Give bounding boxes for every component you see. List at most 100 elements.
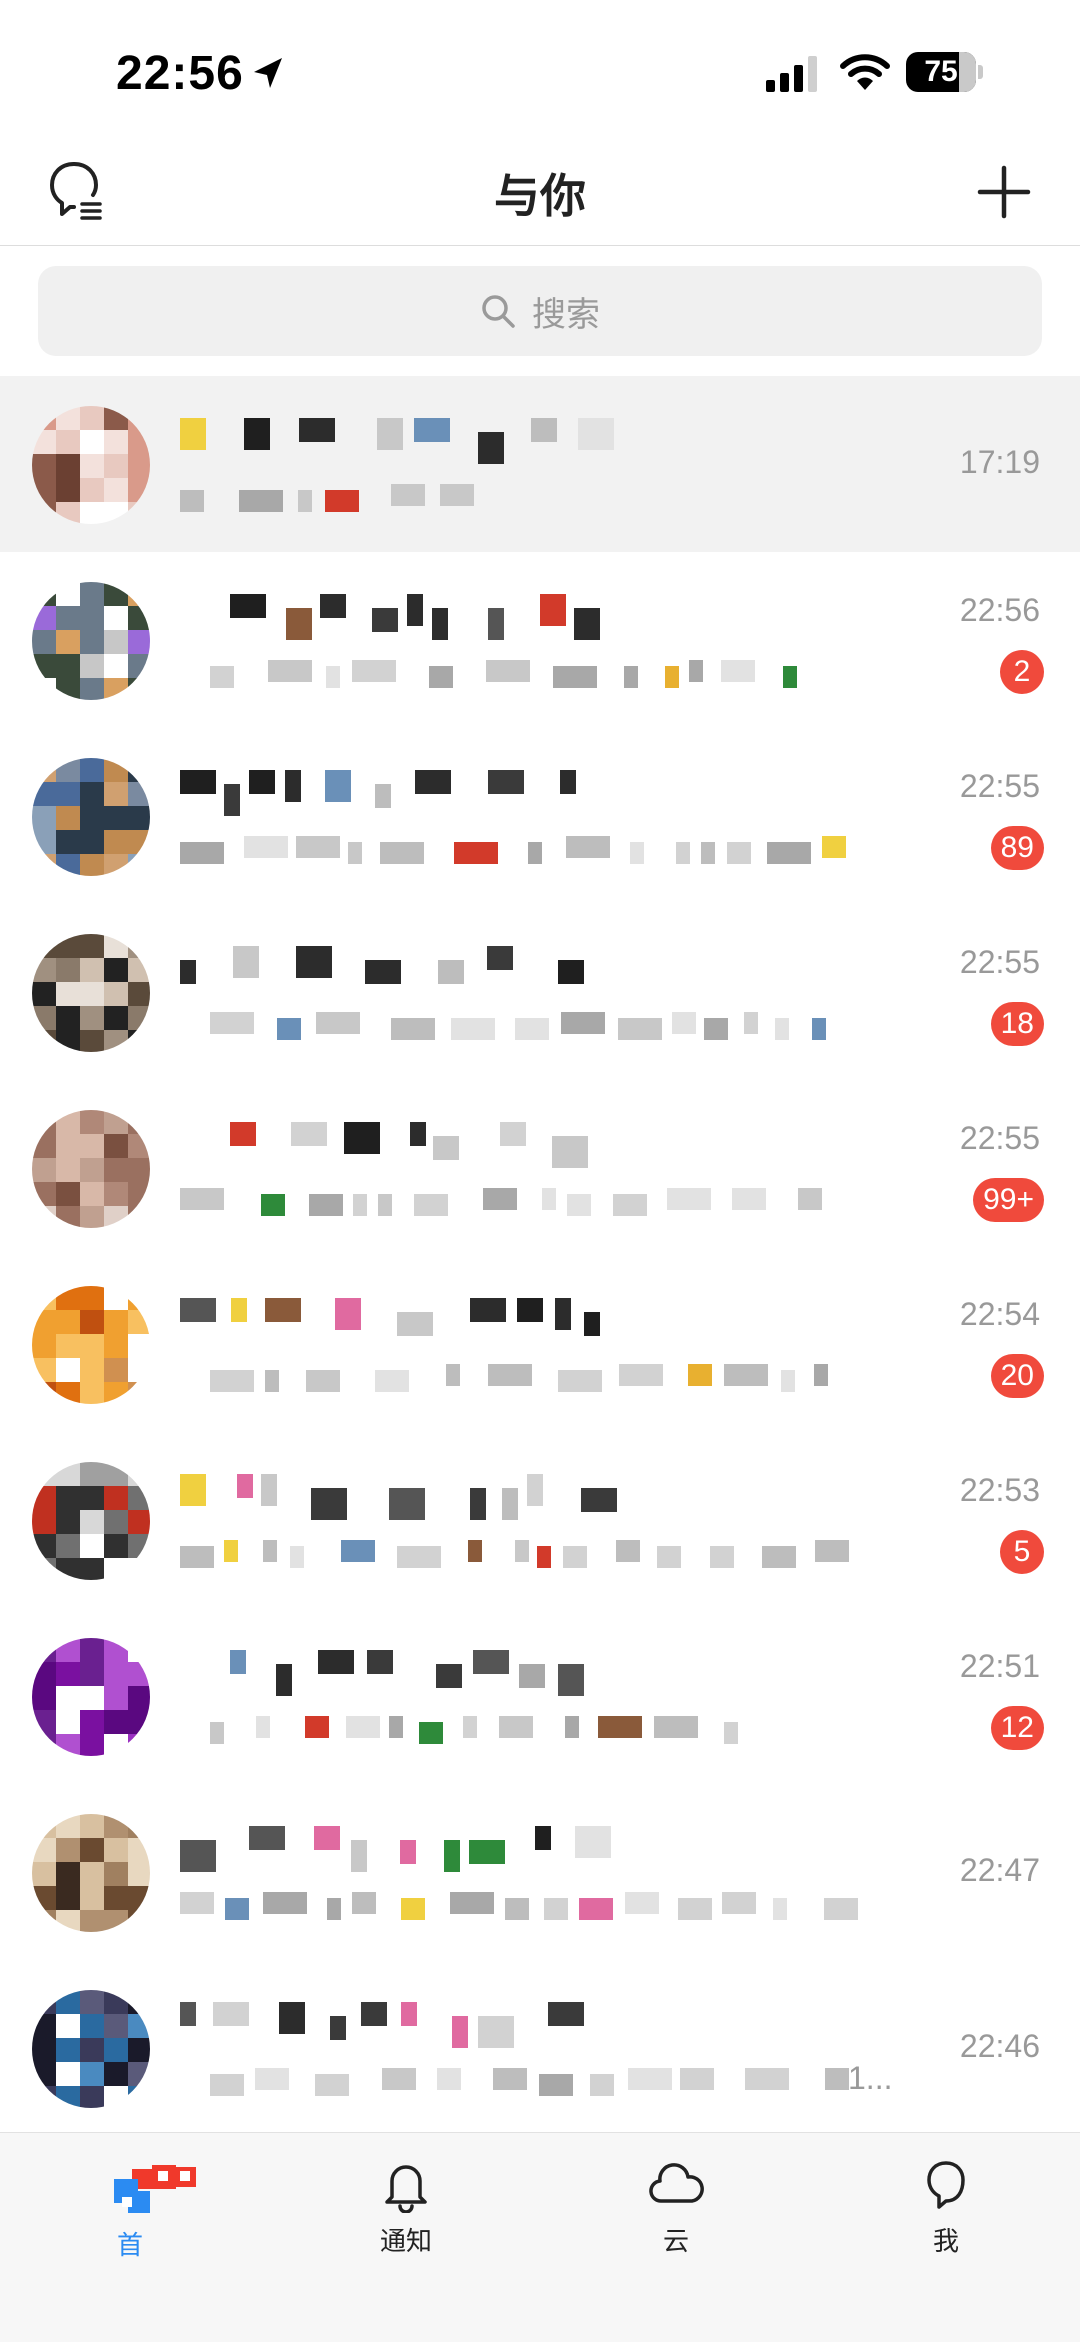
preview-mosaic-pixel bbox=[352, 1892, 376, 1914]
name-mosaic-pixel bbox=[291, 1122, 327, 1146]
preview-mosaic-pixel bbox=[261, 1194, 285, 1216]
unread-badge: 99+ bbox=[973, 1178, 1044, 1222]
name-mosaic-pixel bbox=[560, 770, 576, 794]
avatar-mosaic-tile bbox=[104, 854, 128, 876]
avatar-mosaic-tile bbox=[80, 782, 104, 806]
name-mosaic-pixel bbox=[335, 1298, 361, 1330]
tab-label: 通知 bbox=[379, 2226, 432, 2256]
avatar-mosaic-tile bbox=[80, 1334, 104, 1358]
avatar-mosaic-tile bbox=[56, 1558, 80, 1580]
preview-mosaic-pixel bbox=[657, 1546, 681, 1568]
avatar-mosaic-tile bbox=[80, 1558, 104, 1580]
chat-preview-pixelated bbox=[180, 1360, 880, 1396]
preview-mosaic-pixel bbox=[341, 1540, 375, 1562]
avatar-mosaic-tile bbox=[104, 2038, 128, 2062]
chat-row[interactable]: 22:54 20 bbox=[0, 1256, 1080, 1432]
chat-name-pixelated bbox=[180, 1650, 620, 1696]
avatar-mosaic-tile bbox=[128, 1382, 150, 1404]
tab-me[interactable]: 我 bbox=[876, 2157, 1016, 2267]
avatar[interactable] bbox=[32, 1462, 150, 1580]
avatar-mosaic-tile bbox=[104, 2014, 128, 2038]
avatar-mosaic-tile bbox=[56, 982, 80, 1006]
search-input[interactable]: 搜索 bbox=[38, 266, 1042, 356]
avatar-mosaic-tile bbox=[128, 654, 150, 678]
chat-row[interactable]: 22:53 5 bbox=[0, 1432, 1080, 1608]
name-mosaic-pixel bbox=[314, 1826, 340, 1850]
avatar-mosaic-tile bbox=[32, 678, 56, 700]
name-mosaic-pixel bbox=[432, 608, 448, 640]
avatar-mosaic-tile bbox=[80, 1638, 104, 1662]
avatar-mosaic-tile bbox=[128, 1110, 150, 1134]
preview-mosaic-pixel bbox=[180, 1546, 214, 1568]
avatar-mosaic-tile bbox=[32, 1310, 56, 1334]
nav-bar: 与你 bbox=[0, 140, 1080, 246]
avatar-mosaic-tile bbox=[128, 1558, 150, 1580]
chat-row[interactable]: 1... 22:46 bbox=[0, 1960, 1080, 2136]
chat-row[interactable]: 22:47 bbox=[0, 1784, 1080, 1960]
battery-indicator: 75 bbox=[906, 52, 984, 92]
avatar-mosaic-tile bbox=[56, 1638, 80, 1662]
preview-mosaic-pixel bbox=[210, 1370, 254, 1392]
avatar-mosaic-tile bbox=[80, 654, 104, 678]
preview-mosaic-pixel bbox=[326, 666, 340, 688]
avatar-mosaic-tile bbox=[56, 1310, 80, 1334]
name-mosaic-pixel bbox=[527, 1474, 543, 1506]
chat-row[interactable]: 22:56 2 bbox=[0, 552, 1080, 728]
avatar-mosaic-tile bbox=[128, 582, 150, 606]
avatar-mosaic-tile bbox=[32, 1710, 56, 1734]
avatar-mosaic-tile bbox=[32, 430, 56, 454]
avatar-mosaic-tile bbox=[56, 1534, 80, 1558]
tab-home[interactable]: 首 bbox=[60, 2157, 200, 2267]
avatar[interactable] bbox=[32, 406, 150, 524]
avatar-mosaic-tile bbox=[128, 1486, 150, 1510]
avatar-mosaic-tile bbox=[56, 1134, 80, 1158]
search-icon bbox=[482, 295, 515, 328]
avatar-mosaic-tile bbox=[80, 982, 104, 1006]
avatar[interactable] bbox=[32, 758, 150, 876]
avatar-mosaic-tile bbox=[32, 630, 56, 654]
avatar[interactable] bbox=[32, 1990, 150, 2108]
plus-icon[interactable] bbox=[976, 164, 1032, 220]
name-mosaic-pixel bbox=[558, 960, 584, 984]
avatar-mosaic-tile bbox=[128, 502, 150, 524]
chat-row[interactable]: 22:55 89 bbox=[0, 728, 1080, 904]
avatar-mosaic-tile bbox=[104, 1510, 128, 1534]
preview-mosaic-pixel bbox=[419, 1722, 443, 1744]
preview-mosaic-pixel bbox=[463, 1716, 477, 1738]
preview-mosaic-pixel bbox=[429, 666, 453, 688]
avatar-mosaic-tile bbox=[32, 1734, 56, 1756]
preview-mosaic-pixel bbox=[180, 1188, 224, 1210]
chat-row[interactable]: 22:55 18 bbox=[0, 904, 1080, 1080]
name-mosaic-pixel bbox=[249, 770, 275, 794]
chat-row[interactable]: 22:51 12 bbox=[0, 1608, 1080, 1784]
name-mosaic-pixel bbox=[397, 1312, 433, 1336]
preview-mosaic-pixel bbox=[277, 1018, 301, 1040]
preview-mosaic-pixel bbox=[822, 836, 846, 858]
avatar-mosaic-tile bbox=[104, 1990, 128, 2014]
avatar-mosaic-tile bbox=[104, 406, 128, 430]
avatar-mosaic-tile bbox=[80, 1710, 104, 1734]
search-placeholder: 搜索 bbox=[532, 295, 600, 334]
avatar[interactable] bbox=[32, 1286, 150, 1404]
chat-row[interactable]: 22:55 99+ bbox=[0, 1080, 1080, 1256]
chat-row[interactable]: 17:19 bbox=[0, 376, 1080, 552]
preview-mosaic-pixel bbox=[483, 1188, 517, 1210]
avatar-mosaic-tile bbox=[104, 782, 128, 806]
avatar[interactable] bbox=[32, 1638, 150, 1756]
name-mosaic-pixel bbox=[231, 1298, 247, 1322]
preview-mosaic-pixel bbox=[316, 1012, 360, 1034]
name-mosaic-pixel bbox=[552, 1136, 588, 1168]
preview-mosaic-pixel bbox=[544, 1898, 568, 1920]
avatar[interactable] bbox=[32, 934, 150, 1052]
avatar[interactable] bbox=[32, 1814, 150, 1932]
tab-notifications[interactable]: 通知 bbox=[336, 2157, 476, 2267]
status-time: 22:56 bbox=[116, 47, 244, 100]
name-mosaic-pixel bbox=[473, 1650, 509, 1674]
avatar[interactable] bbox=[32, 582, 150, 700]
tab-cloud[interactable]: 云 bbox=[606, 2157, 746, 2267]
avatar-mosaic-tile bbox=[56, 1814, 80, 1838]
name-mosaic-pixel bbox=[318, 1650, 354, 1674]
avatar[interactable] bbox=[32, 1110, 150, 1228]
avatar-mosaic-tile bbox=[128, 1158, 150, 1182]
chat-preview-pixelated: 1... bbox=[180, 2060, 892, 2100]
